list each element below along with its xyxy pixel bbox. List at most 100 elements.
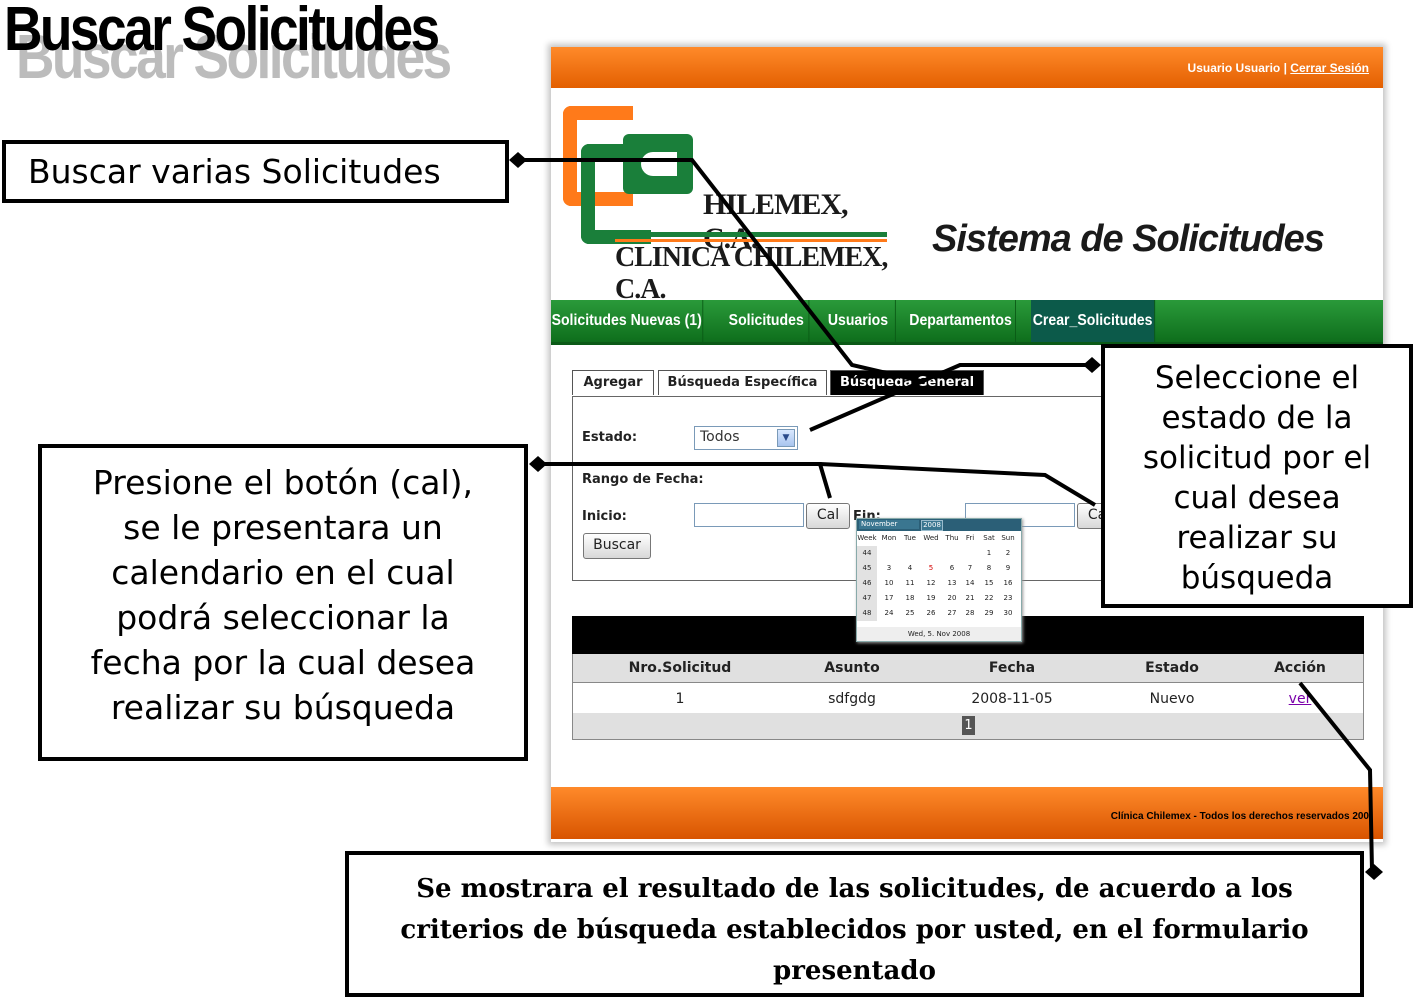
calendar-day[interactable]: 11 [900, 579, 920, 587]
calendar-header-cell: Fri [965, 534, 975, 542]
callout-line: criterios de búsqueda establecidos por u… [400, 915, 1309, 945]
calendar-popup: November 2008 Week Mon Tue Wed Thu Fri S… [856, 518, 1022, 642]
calendar-day[interactable]: 22 [979, 594, 999, 602]
logo-text-2: CLINICA CHILEMEX, C.A. [615, 242, 888, 305]
nav-crear-solicitudes[interactable]: Crear_Solicitudes [1031, 300, 1156, 342]
calendar-day[interactable]: 29 [979, 609, 999, 617]
callout-line: búsqueda [1180, 560, 1334, 596]
app-title: Sistema de Solicitudes [932, 218, 1325, 260]
calendar-day[interactable]: 17 [879, 594, 899, 602]
calendar-week-row: 46 10 11 12 13 14 15 16 [857, 576, 1021, 591]
calendar-header-cell: Sat [983, 534, 995, 542]
calendar-day[interactable]: 25 [900, 609, 920, 617]
nav-usuarios[interactable]: Usuarios [821, 300, 896, 342]
callout-line: realizar su [1176, 520, 1338, 556]
calendar-day[interactable]: 3 [879, 564, 899, 572]
calendar-day[interactable]: 2 [998, 549, 1018, 557]
calendar-day[interactable]: 13 [942, 579, 962, 587]
calendar-day[interactable]: 6 [942, 564, 962, 572]
calendar-week-number: 44 [857, 546, 877, 561]
app-header: HILEMEX, C.A. CLINICA CHILEMEX, C.A. Sis… [551, 88, 1383, 305]
calendar-weekday-row: Week Mon Tue Wed Thu Fri Sat Sun [857, 531, 1021, 546]
col-nro-solicitud[interactable]: Nro.Solicitud [629, 660, 732, 676]
callout-line: fecha por la cual desea [90, 643, 476, 682]
buscar-button[interactable]: Buscar [583, 533, 651, 559]
tab-agregar[interactable]: Agregar [572, 370, 654, 395]
calendar-week-row: 45 3 4 5 6 7 8 9 [857, 561, 1021, 576]
calendar-day[interactable]: 26 [921, 609, 941, 617]
calendar-day[interactable]: 18 [900, 594, 920, 602]
cell-estado: Nuevo [1149, 691, 1195, 707]
calendar-day[interactable]: 9 [998, 564, 1018, 572]
calendar-day[interactable]: 7 [960, 564, 980, 572]
rango-fecha-label: Rango de Fecha: [582, 472, 704, 487]
user-area: Usuario Usuario | Cerrar Sesión [1188, 61, 1369, 75]
calendar-day[interactable]: 4 [900, 564, 920, 572]
calendar-week-number: 45 [857, 561, 877, 576]
callout-line: estado de la [1161, 400, 1353, 436]
callout-line: se le presentara un [123, 508, 443, 547]
calendar-footer: Wed, 5. Nov 2008 [857, 627, 1021, 641]
col-fecha[interactable]: Fecha [989, 660, 1035, 676]
page-1-button[interactable]: 1 [962, 716, 975, 735]
calendar-week-number: 47 [857, 591, 877, 606]
calendar-day[interactable]: 24 [879, 609, 899, 617]
nav-solicitudes-nuevas[interactable]: Solicitudes Nuevas (1) [551, 300, 704, 342]
chevron-down-icon[interactable]: ▼ [777, 429, 795, 447]
tab-busqueda-especifica[interactable]: Búsqueda Específica [658, 370, 827, 395]
calendar-day[interactable]: 21 [960, 594, 980, 602]
calendar-month-select[interactable]: November [859, 520, 919, 529]
calendar-day[interactable]: 30 [998, 609, 1018, 617]
calendar-week-number: 46 [857, 576, 877, 591]
callout-seleccione-estado: Seleccione el estado de la solicitud por… [1101, 344, 1413, 608]
calendar-day[interactable]: 20 [942, 594, 962, 602]
callout-line: Seleccione el [1154, 360, 1360, 396]
calendar-day[interactable]: 27 [942, 609, 962, 617]
calendar-day[interactable]: 10 [879, 579, 899, 587]
logout-link[interactable]: Cerrar Sesión [1290, 61, 1369, 75]
callout-line: Se mostrara el resultado de las solicitu… [416, 874, 1293, 904]
callout-resultado: Se mostrara el resultado de las solicitu… [345, 851, 1364, 997]
calendar-day[interactable]: 19 [921, 594, 941, 602]
calendar-header-cell: Wed [923, 534, 939, 542]
calendar-week-number: 48 [857, 606, 877, 621]
table-row: 1 sdfgdg 2008-11-05 Nuevo ver [572, 683, 1364, 713]
calendar-day[interactable]: 1 [979, 549, 999, 557]
doc-title: Buscar Solicitudes [4, 0, 440, 64]
cell-asunto: sdfgdg [828, 691, 876, 707]
nav-solicitudes[interactable]: Solicitudes [724, 300, 810, 342]
calendar-year-select[interactable]: 2008 [921, 520, 943, 531]
tab-busqueda-general[interactable]: Búsqueda General [830, 370, 984, 395]
inicio-input[interactable] [694, 503, 804, 527]
ver-link[interactable]: ver [1289, 691, 1312, 707]
callout-line: realizar su búsqueda [110, 688, 456, 727]
calendar-days: 44 1 2 45 3 4 5 6 7 8 9 46 10 11 12 13 14 15 16 47 17 18 19 20 2… [857, 546, 1021, 621]
calendar-day[interactable]: 16 [998, 579, 1018, 587]
cal-inicio-button[interactable]: Cal [806, 503, 850, 529]
calendar-week-row: 48 24 25 26 27 28 29 30 [857, 606, 1021, 621]
calendar-day[interactable]: 5 [921, 564, 941, 572]
estado-select[interactable]: Todos ▼ [694, 426, 798, 450]
col-asunto[interactable]: Asunto [824, 660, 879, 676]
separator: | [1283, 61, 1287, 75]
col-estado[interactable]: Estado [1145, 660, 1199, 676]
calendar-day[interactable]: 23 [998, 594, 1018, 602]
calendar-week-row: 47 17 18 19 20 21 22 23 [857, 591, 1021, 606]
callout-line: solicitud por el [1142, 440, 1372, 476]
col-accion[interactable]: Acción [1274, 660, 1326, 676]
footer-text: Clínica Chilemex - Todos los derechos re… [1110, 811, 1369, 822]
results-column-header: Nro.Solicitud Asunto Fecha Estado Acción [572, 654, 1364, 683]
callout-buscar-varias: Buscar varias Solicitudes [2, 140, 509, 203]
estado-value: Todos [700, 429, 740, 445]
calendar-day[interactable]: 8 [979, 564, 999, 572]
calendar-day[interactable]: 14 [960, 579, 980, 587]
cell-nro: 1 [675, 691, 685, 707]
app-footer: Clínica Chilemex - Todos los derechos re… [551, 787, 1383, 839]
main-nav: Solicitudes Nuevas (1) Solicitudes Usuar… [551, 300, 1383, 345]
calendar-day[interactable]: 12 [921, 579, 941, 587]
callout-line: calendario en el cual [111, 553, 455, 592]
calendar-header-cell: Sun [1001, 534, 1015, 542]
nav-departamentos[interactable]: Departamentos [906, 300, 1016, 342]
calendar-day[interactable]: 28 [960, 609, 980, 617]
calendar-day[interactable]: 15 [979, 579, 999, 587]
